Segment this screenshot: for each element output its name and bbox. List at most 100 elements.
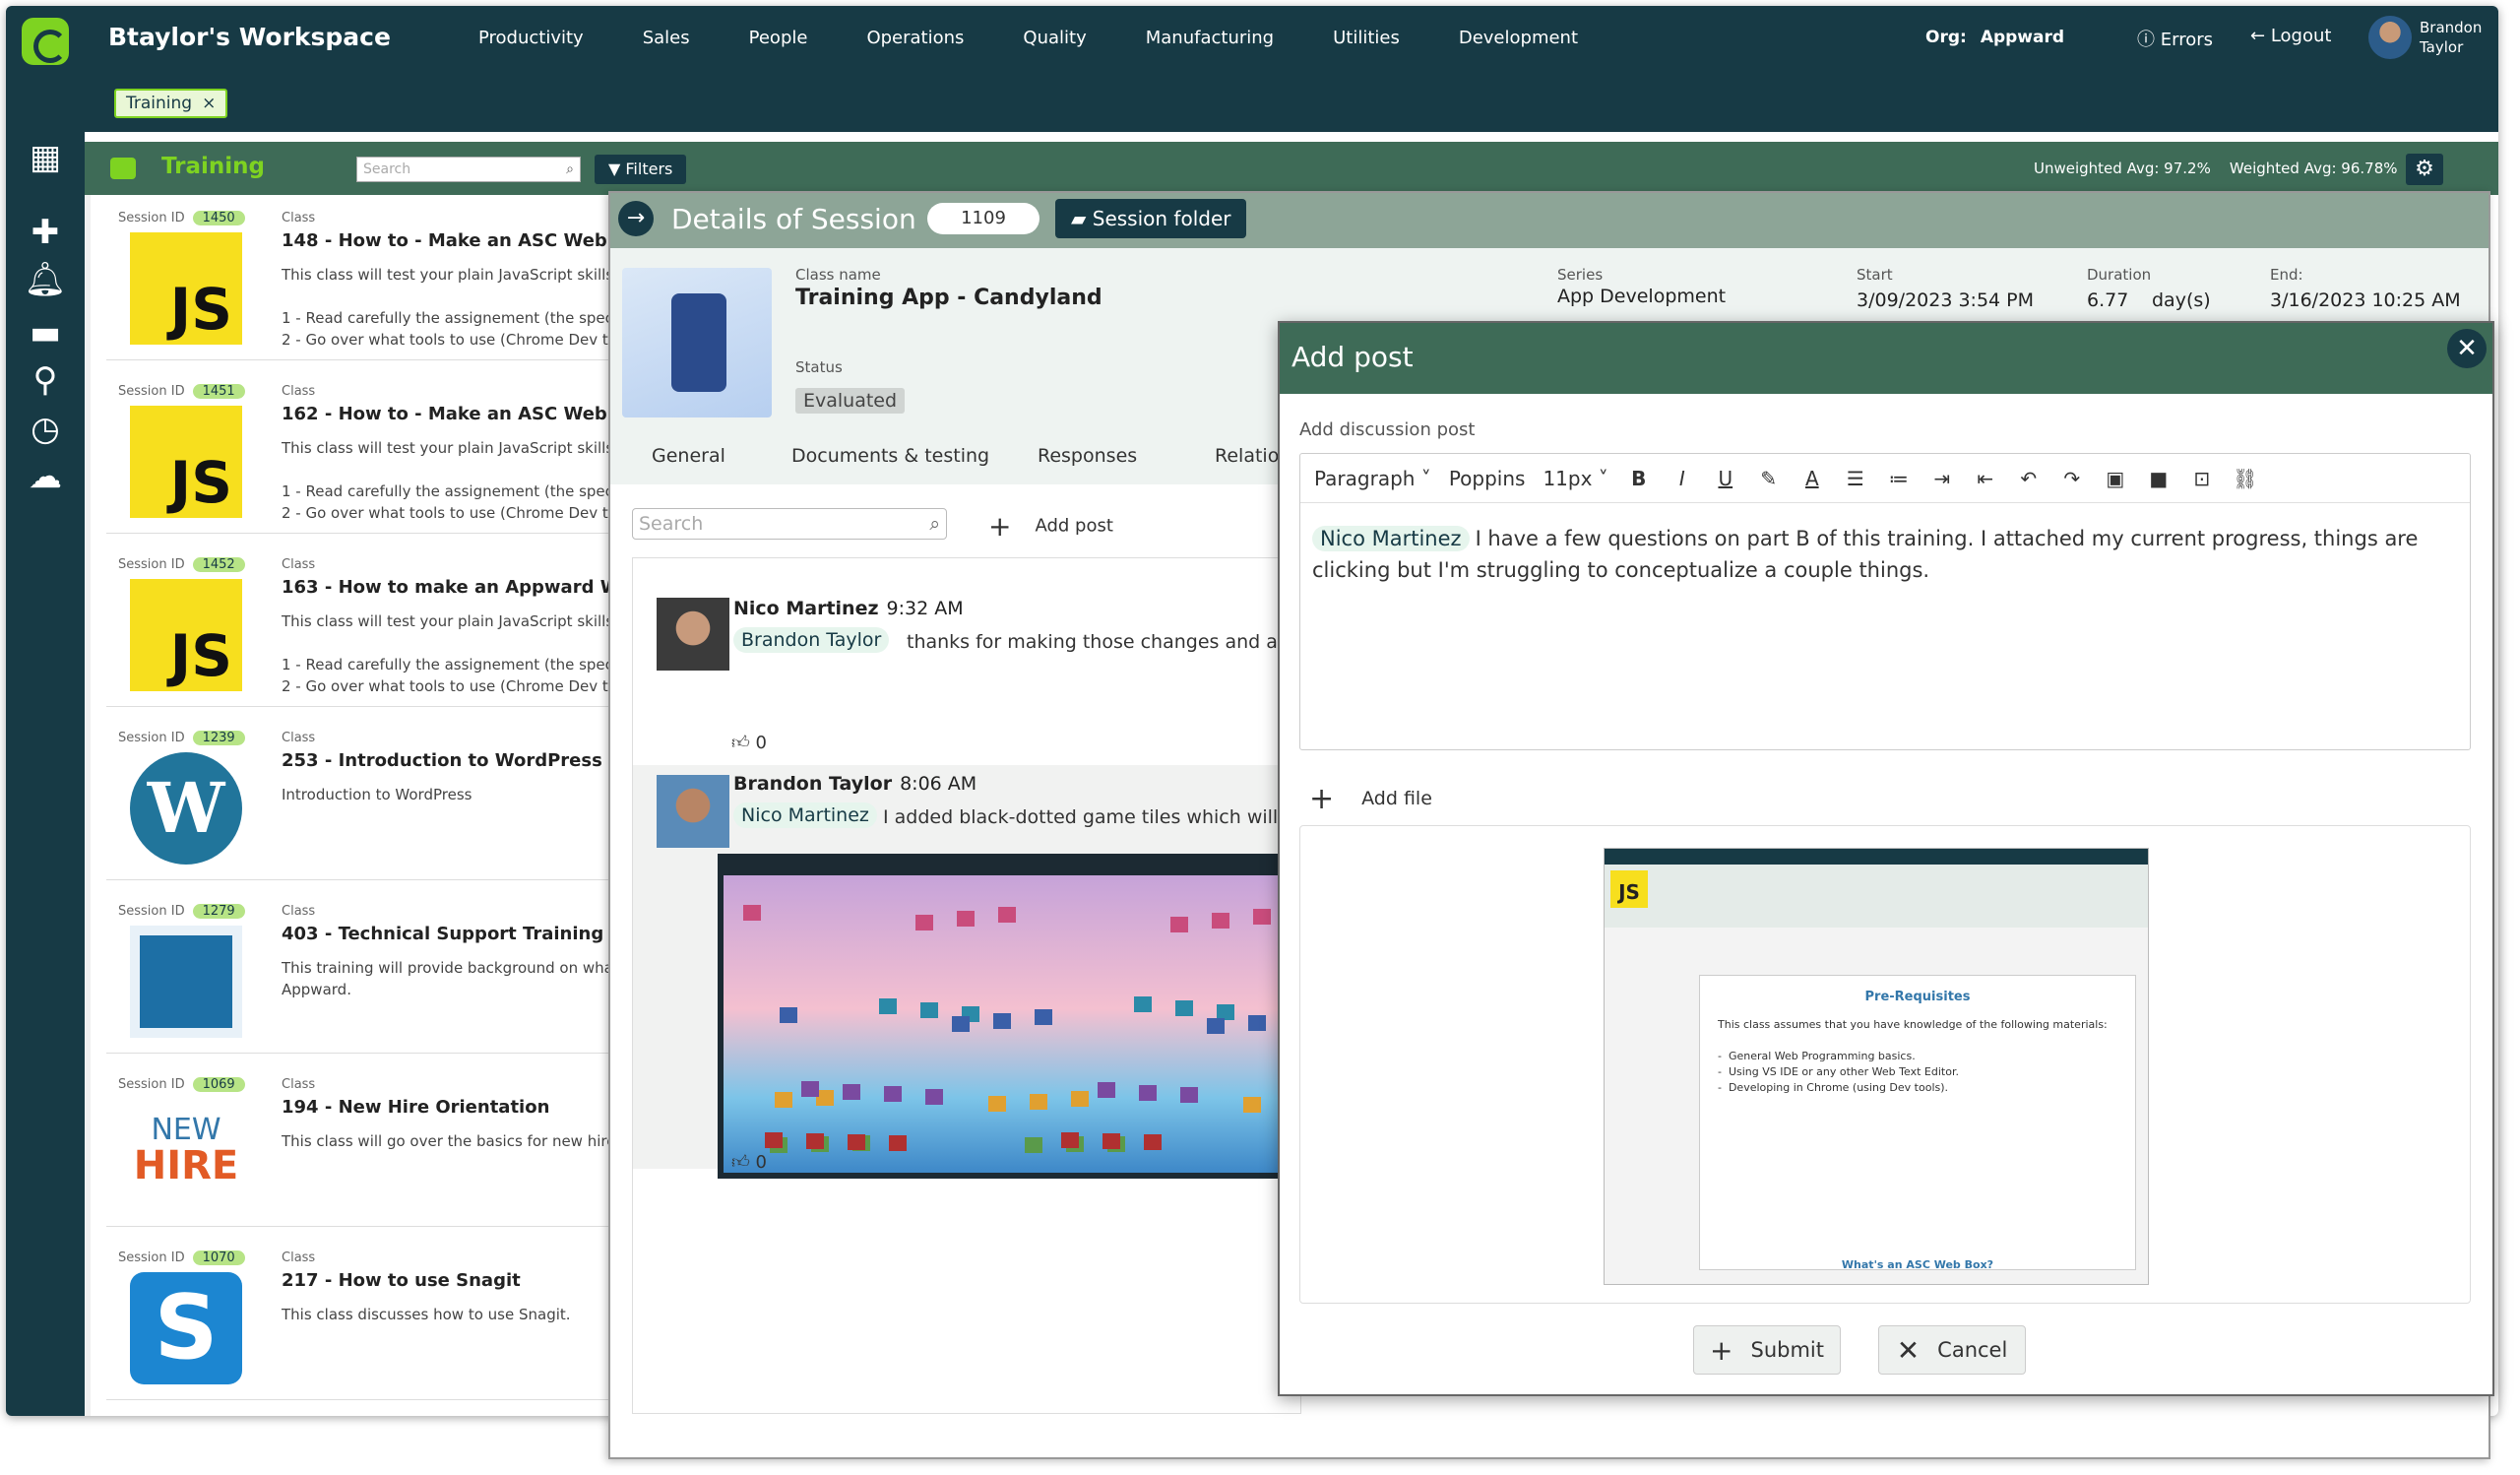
details-title: Details of Session <box>671 203 916 235</box>
logout-label: Logout <box>2270 26 2332 46</box>
session-id-label: Session ID 1450 <box>118 211 245 225</box>
class-thumbnail: JS <box>130 579 242 691</box>
nav-development[interactable]: Development <box>1459 28 1578 48</box>
activity-icon[interactable]: ⚲ <box>6 358 85 402</box>
post-mention[interactable]: Nico Martinez <box>733 802 877 828</box>
session-id-label: Session ID 1451 <box>118 384 245 399</box>
bell-icon[interactable]: 🔔︎ <box>6 258 85 301</box>
nav-sales[interactable]: Sales <box>643 28 690 48</box>
undo-icon[interactable]: ↶ <box>2016 467 2042 490</box>
phone-illustration <box>671 293 726 392</box>
open-tag-training[interactable]: Training × <box>114 89 228 118</box>
game-screenshot[interactable] <box>718 854 1308 1179</box>
outdent-icon[interactable]: ⇤ <box>1973 467 1998 490</box>
game-tile <box>1180 1087 1198 1104</box>
session-id-badge: 1452 <box>192 557 245 572</box>
chat-icon[interactable]: ▬ <box>6 311 85 354</box>
tab-responses[interactable]: Responses <box>1038 445 1137 467</box>
paragraph-select[interactable]: Paragraph ˅ <box>1314 467 1431 490</box>
posts-search-input[interactable]: Search ⌕ <box>632 508 947 540</box>
add-file-button[interactable]: + Add file <box>1309 782 1432 816</box>
bold-icon[interactable]: B <box>1626 467 1652 490</box>
bullet-list-icon[interactable]: ≔ <box>1886 467 1912 490</box>
close-tag-icon[interactable]: × <box>202 94 216 113</box>
settings-gear-icon[interactable]: ⚙ <box>2406 154 2443 185</box>
game-tile <box>1025 1137 1042 1154</box>
nav-operations[interactable]: Operations <box>866 28 964 48</box>
game-tile <box>952 1016 970 1033</box>
class-illustration <box>622 268 772 417</box>
session-id-badge: 1069 <box>192 1077 245 1092</box>
arrow-right-icon[interactable]: → <box>618 201 654 236</box>
logout-button[interactable]: ← Logout <box>2250 26 2331 46</box>
class-description: Introduction to WordPress <box>282 786 472 803</box>
editor-mention[interactable]: Nico Martinez <box>1312 526 1470 551</box>
alert-icon: ⓘ <box>2137 30 2161 50</box>
user-name[interactable]: Brandon Taylor <box>2420 18 2488 57</box>
nav-utilities[interactable]: Utilities <box>1333 28 1400 48</box>
submit-button[interactable]: + Submit <box>1693 1325 1841 1375</box>
weighted-average: Weighted Avg: 96.78% <box>2229 160 2398 177</box>
redo-icon[interactable]: ↷ <box>2059 467 2085 490</box>
class-name: Training App - Candyland <box>795 286 1102 310</box>
rich-text-editor[interactable]: Paragraph ˅ Poppins 11px ˅ B I U ✎ A ☰ ≔… <box>1299 453 2471 750</box>
italic-icon[interactable]: I <box>1670 467 1695 490</box>
image-icon[interactable]: ▣ <box>2103 467 2128 490</box>
game-tile <box>1102 1133 1120 1150</box>
user-avatar[interactable] <box>2368 16 2412 59</box>
link-icon[interactable]: ⛓ <box>2233 467 2258 490</box>
post-mention[interactable]: Brandon Taylor <box>733 627 890 653</box>
highlight-icon[interactable]: ✎ <box>1756 467 1782 490</box>
font-size-select[interactable]: 11px ˅ <box>1543 467 1607 490</box>
font-select[interactable]: Poppins <box>1449 467 1526 490</box>
game-tile <box>925 1088 943 1105</box>
game-tile <box>806 1132 824 1149</box>
code-icon[interactable]: ⊡ <box>2189 467 2215 490</box>
cloud-upload-icon[interactable]: ☁ <box>6 455 85 498</box>
nav-manufacturing[interactable]: Manufacturing <box>1146 28 1274 48</box>
attachment-area: JS Pre-Requisites This class assumes tha… <box>1299 825 2471 1304</box>
filters-button[interactable]: ▼ Filters <box>595 155 687 184</box>
close-icon[interactable]: ✕ <box>2447 329 2487 368</box>
tag-label: Training <box>126 94 193 113</box>
thumbs-up-icon: 👍︎ <box>731 733 756 753</box>
align-icon[interactable]: ☰ <box>1843 467 1868 490</box>
font-size-value: 11px <box>1543 466 1593 490</box>
session-id-caption: Session ID <box>118 211 185 225</box>
class-thumbnail <box>130 926 242 1038</box>
video-icon[interactable]: ■ <box>2146 467 2172 490</box>
errors-button[interactable]: ⓘ Errors <box>2137 26 2213 51</box>
nav-productivity[interactable]: Productivity <box>478 28 584 48</box>
nav-quality[interactable]: Quality <box>1023 28 1086 48</box>
class-label: Class <box>282 1077 316 1092</box>
tab-documents-testing[interactable]: Documents & testing <box>791 445 989 467</box>
underline-icon[interactable]: U <box>1713 467 1738 490</box>
org-indicator[interactable]: Org: Appward <box>1925 28 2064 47</box>
post-likes[interactable]: 👍︎ 0 <box>731 1151 767 1173</box>
attachment-thumbnail[interactable]: JS Pre-Requisites This class assumes tha… <box>1604 848 2149 1285</box>
session-folder-button[interactable]: ▰ Session folder <box>1055 199 1247 238</box>
class-thumbnail: JS <box>130 232 242 345</box>
font-color-icon[interactable]: A <box>1799 467 1825 490</box>
add-post-button[interactable]: + Add post <box>988 510 1113 543</box>
session-id-caption: Session ID <box>118 384 185 399</box>
session-id-caption: Session ID <box>118 904 185 919</box>
add-icon[interactable]: ✚ <box>6 211 85 254</box>
tab-general[interactable]: General <box>652 445 725 467</box>
add-post-modal: Add post ✕ Add discussion post Paragraph… <box>1278 321 2494 1396</box>
session-id-badge: 1239 <box>192 731 245 745</box>
post-likes[interactable]: 👍︎ 0 <box>731 732 767 753</box>
training-search-input[interactable]: Search ⌕ <box>356 157 581 182</box>
apps-grid-icon[interactable]: ▦ <box>6 136 85 179</box>
editor-content[interactable]: Nico Martinez I have a few questions on p… <box>1312 523 2458 586</box>
tab-relations[interactable]: Relatio <box>1215 445 1279 467</box>
class-thumbnail: W <box>130 752 242 865</box>
class-label: Class <box>282 1251 316 1265</box>
nav-people[interactable]: People <box>749 28 808 48</box>
errors-label: Errors <box>2160 30 2213 50</box>
indent-icon[interactable]: ⇥ <box>1929 467 1955 490</box>
appward-logo[interactable] <box>22 18 69 65</box>
status-badge: Evaluated <box>795 388 906 414</box>
clock-icon[interactable]: ◷ <box>6 408 85 451</box>
cancel-button[interactable]: ✕ Cancel <box>1878 1325 2026 1375</box>
